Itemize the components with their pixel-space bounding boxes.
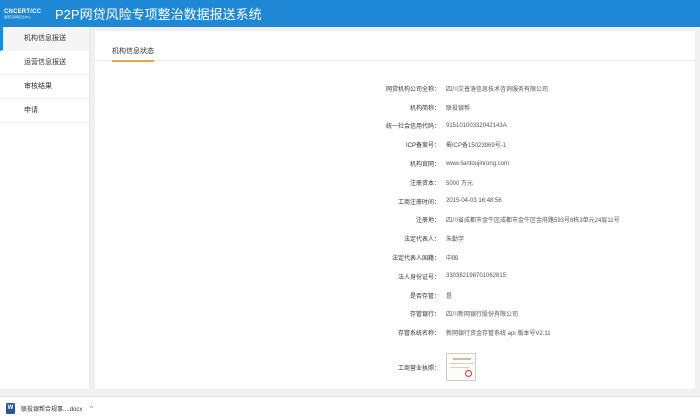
field-value: 朱勤学 [446,237,465,244]
logo-subtext: 国家互联网应急中心 [4,14,32,19]
word-doc-icon: W [6,403,15,414]
main-panel: 机构信息状态 网贷机构公司全称： 四川艾普洛信息技术咨询服务有限公司 机构简称： 联… [95,31,695,389]
field-value: 四川省成都市金牛区成都市金牛区金府路593号8栋3单元24层11号 [446,218,620,225]
app-title: P2P网贷风险专项整治数据报送系统 [55,7,262,22]
chevron-up-icon[interactable]: ⌃ [88,405,94,413]
field-label: 统一社会信用代码： [385,124,440,131]
sidebar-item-apply[interactable]: 申请 [0,99,89,123]
field-value: 5000 万元 [446,180,474,187]
info-row: 法人身份证号： 330382198701062815 [95,267,695,286]
field-label: 法人身份证号： [397,274,440,281]
field-value: 蜀ICP备15023969号-1 [446,143,507,150]
field-label: ICP备案号： [405,143,440,150]
download-bar: W 联投银帮合规事....docx ⌃ [0,396,700,420]
field-value: 中国 [446,256,459,263]
sidebar: 机构信息报送 运营信息报送 审核结果 申请 [0,27,90,389]
tab-bar: 机构信息状态 [95,31,695,62]
business-license-image[interactable] [446,353,476,381]
info-row: 机构官网： www.liantoujinrong.com [95,154,695,173]
field-label: 机构官网： [409,162,440,169]
info-row: 统一社会信用代码： 91510100332042143A [95,117,695,136]
info-row: 法定代表人国籍： 中国 [95,248,695,267]
field-label: 是否存管： [409,293,440,300]
field-label: 网贷机构公司全称： [385,86,440,93]
field-label: 工商营业执照： [397,365,440,372]
info-row: 存管银行： 四川新网银行股份有限公司 [95,305,695,324]
field-label: 注册地： [415,218,440,225]
info-row: 是否存管： 是 [95,286,695,305]
field-value: 四川艾普洛信息技术咨询服务有限公司 [446,86,549,93]
business-license-row: 工商营业执照： [95,349,695,385]
info-row: 法定代表人： 朱勤学 [95,229,695,248]
field-value: 2015-04-03 16:48:56 [446,198,502,205]
field-label: 工商注册时间： [397,199,440,206]
field-label: 法定代表人国籍： [391,256,440,263]
info-row: 存管系统名称： 新网银行资金存管系统 api 版本号V2.11 [95,323,695,342]
info-row: 网贷机构公司全称： 四川艾普洛信息技术咨询服务有限公司 [95,79,695,98]
field-label: 法定代表人： [403,237,440,244]
download-file-name: 联投银帮合规事....docx [21,407,83,413]
field-label: 注册资本： [409,180,440,187]
seal-icon [465,370,472,377]
sidebar-item-ops-info[interactable]: 运营信息报送 [0,51,89,75]
app-header: CNCERT/CC 国家互联网应急中心 P2P网贷风险专项整治数据报送系统 [0,0,700,27]
info-row: 注册地： 四川省成都市金牛区成都市金牛区金府路593号8栋3单元24层11号 [95,211,695,230]
field-label: 机构简称： [409,105,440,112]
org-info-list: 网贷机构公司全称： 四川艾普洛信息技术咨询服务有限公司 机构简称： 联投银帮 统一社… [95,79,695,342]
info-row: 机构简称： 联投银帮 [95,98,695,117]
info-row: 注册资本： 5000 万元 [95,173,695,192]
field-value: 新网银行资金存管系统 api 版本号V2.11 [446,331,551,338]
logo-text: CNCERT/CC [4,8,42,15]
field-value: 四川新网银行股份有限公司 [446,312,519,319]
field-value: www.liantoujinrong.com [446,160,510,167]
sidebar-item-org-info[interactable]: 机构信息报送 [0,27,89,51]
field-value: 330382198701062815 [446,273,507,280]
field-value: 联投银帮 [446,105,471,112]
field-label: 存管银行： [409,312,440,319]
info-row: 工商注册时间： 2015-04-03 16:48:56 [95,192,695,211]
download-item[interactable]: W 联投银帮合规事....docx ⌃ [6,400,106,418]
field-value: 91510100332042143A [446,122,507,129]
sidebar-item-review-result[interactable]: 审核结果 [0,75,89,99]
tab-org-status[interactable]: 机构信息状态 [112,46,154,62]
cncert-logo: CNCERT/CC 国家互联网应急中心 [4,9,48,19]
info-row: ICP备案号： 蜀ICP备15023969号-1 [95,135,695,154]
field-label: 存管系统名称： [397,331,440,338]
field-value: 是 [446,293,453,300]
